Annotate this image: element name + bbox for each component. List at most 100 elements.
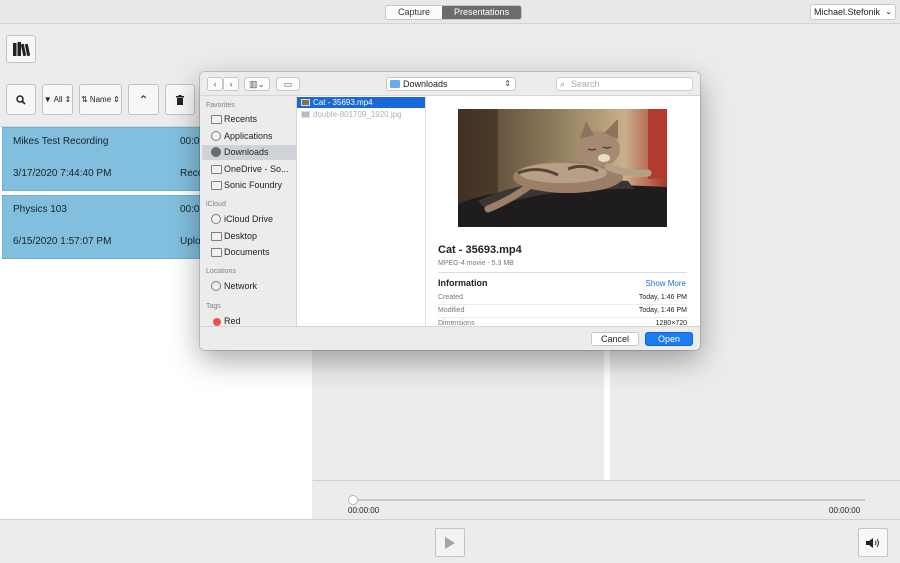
favorites-heading: Favorites: [206, 102, 235, 109]
network-icon: [211, 281, 221, 291]
sidebar-item-label: OneDrive - So...: [224, 164, 289, 174]
view-mode-button[interactable]: ▥⌄: [244, 77, 270, 91]
current-time: 00:00:00: [348, 506, 380, 515]
sidebar-item-label: iCloud Drive: [224, 214, 274, 224]
location-popup[interactable]: Downloads ⇕: [386, 77, 516, 91]
image-thumbnail-icon: [301, 111, 310, 118]
desktop-icon: [211, 232, 222, 241]
file-item[interactable]: Cat - 35693.mp4: [297, 97, 425, 108]
chevron-up-icon: ⌃: [138, 92, 149, 107]
info-row: Created Today, 1:46 PM: [438, 292, 687, 305]
sidebar-item-recents[interactable]: Recents: [202, 112, 296, 127]
sidebar-item-downloads[interactable]: Downloads: [202, 145, 296, 160]
chevron-left-icon: ‹: [213, 79, 217, 89]
sidebar-item-desktop[interactable]: Desktop: [202, 229, 296, 244]
sidebar-item-label: Applications: [224, 131, 273, 141]
info-label: Created: [438, 294, 463, 301]
updown-icon: ⇕: [113, 95, 120, 104]
dialog-footer: Cancel Open: [200, 326, 700, 350]
new-folder-button[interactable]: ▭: [276, 77, 300, 91]
updown-icon: ⇕: [504, 79, 511, 88]
documents-icon: [211, 248, 222, 257]
icloud-heading: iCloud: [206, 201, 226, 208]
cancel-button[interactable]: Cancel: [591, 332, 639, 346]
timeline-track[interactable]: [353, 499, 865, 501]
volume-button[interactable]: [858, 528, 888, 557]
top-bar: Capture Presentations Michael.Stefonik ⌄: [0, 0, 900, 24]
sidebar-item-onedrive[interactable]: OneDrive - So...: [202, 162, 296, 177]
mode-segmented-control: Capture Presentations: [385, 5, 523, 20]
info-value: Today, 1:46 PM: [638, 307, 687, 314]
info-label: Modified: [438, 307, 465, 314]
books-icon: [13, 42, 30, 57]
chevron-right-icon: ›: [229, 79, 233, 89]
sidebar-item-icloud-drive[interactable]: iCloud Drive: [202, 212, 296, 227]
play-button[interactable]: [435, 528, 465, 557]
speaker-icon: [866, 537, 879, 548]
sort-dropdown[interactable]: ⇅ Name ⇕: [79, 84, 122, 115]
sidebar-item-network[interactable]: Network: [202, 279, 296, 294]
library-button[interactable]: [6, 35, 36, 63]
cat-video-preview: [458, 109, 667, 227]
recording-title: Mikes Test Recording: [13, 136, 109, 147]
sidebar-item-label: Sonic Foundry: [224, 180, 283, 190]
file-name: Cat - 35693.mp4: [313, 98, 373, 107]
info-row: Modified Today, 1:46 PM: [438, 305, 687, 318]
filter-dropdown[interactable]: ▼ All ⇕: [42, 84, 73, 115]
trash-icon: [176, 94, 184, 105]
file-preview: Cat - 35693.mp4 MPEG-4 movie - 5.3 MB In…: [426, 96, 700, 331]
recording-duration: 00:0: [180, 136, 200, 147]
recording-date: 3/17/2020 7:44:40 PM: [13, 168, 112, 179]
file-item[interactable]: double-801709_1920.jpg: [297, 109, 425, 120]
sidebar-item-documents[interactable]: Documents: [202, 245, 296, 260]
applications-icon: [211, 131, 221, 141]
sidebar-item-label: Documents: [224, 247, 270, 257]
sort-direction-button[interactable]: ⌃: [128, 84, 159, 115]
search-input[interactable]: ⌕ Search: [556, 77, 693, 91]
sidebar-item-label: Desktop: [224, 231, 258, 241]
sidebar-item-sonic-foundry[interactable]: Sonic Foundry: [202, 178, 296, 193]
preview-file-name: Cat - 35693.mp4: [438, 244, 522, 256]
sidebar-item-label: Network: [224, 281, 258, 291]
sidebar-item-applications[interactable]: Applications: [202, 129, 296, 144]
recording-duration: 00:0: [180, 204, 200, 215]
sort-icon: ⇅: [81, 95, 88, 104]
tab-presentations[interactable]: Presentations: [442, 6, 522, 19]
divider: [438, 272, 687, 273]
tags-heading: Tags: [206, 303, 221, 310]
timeline-scrubber[interactable]: [348, 495, 358, 505]
sort-label: Name: [89, 95, 112, 104]
user-select[interactable]: Michael.Stefonik ⌄: [810, 4, 896, 20]
search-icon: ⌕: [560, 79, 566, 89]
folder-icon: [390, 80, 400, 88]
open-file-dialog: ‹ › ▥⌄ ▭ Downloads ⇕ ⌕ Search Favorites …: [200, 72, 700, 350]
user-name: Michael.Stefonik: [814, 7, 881, 17]
sidebar-item-label: Recents: [224, 114, 258, 124]
file-list: Cat - 35693.mp4 double-801709_1920.jpg: [297, 96, 426, 326]
open-button[interactable]: Open: [645, 332, 693, 346]
back-button[interactable]: ‹: [207, 77, 223, 91]
preview-file-kind: MPEG-4 movie - 5.3 MB: [438, 260, 514, 267]
cloud-icon: [211, 214, 221, 224]
info-value: Today, 1:46 PM: [638, 294, 687, 301]
sidebar-item-tag-red[interactable]: Red: [202, 314, 296, 326]
tab-capture[interactable]: Capture: [386, 6, 442, 19]
play-icon: [445, 536, 455, 549]
search-button[interactable]: [6, 84, 36, 115]
locations-heading: Locations: [206, 268, 236, 275]
folder-icon: [211, 165, 222, 174]
filter-icon: ▼: [43, 95, 52, 104]
split-divider[interactable]: [604, 350, 610, 480]
sidebar-item-label: Red: [224, 316, 241, 326]
search-placeholder: Search: [571, 79, 600, 89]
show-more-link[interactable]: Show More: [646, 279, 686, 288]
chevron-down-icon: ⌄: [885, 7, 892, 16]
information-heading: Information: [438, 278, 488, 288]
timeline: 00:00:00 00:00:00: [313, 480, 900, 519]
downloads-icon: [211, 147, 221, 157]
forward-button[interactable]: ›: [223, 77, 239, 91]
folder-icon: [211, 181, 222, 190]
file-name: double-801709_1920.jpg: [313, 110, 402, 119]
delete-button[interactable]: [165, 84, 195, 115]
sidebar-item-label: Downloads: [224, 147, 269, 157]
